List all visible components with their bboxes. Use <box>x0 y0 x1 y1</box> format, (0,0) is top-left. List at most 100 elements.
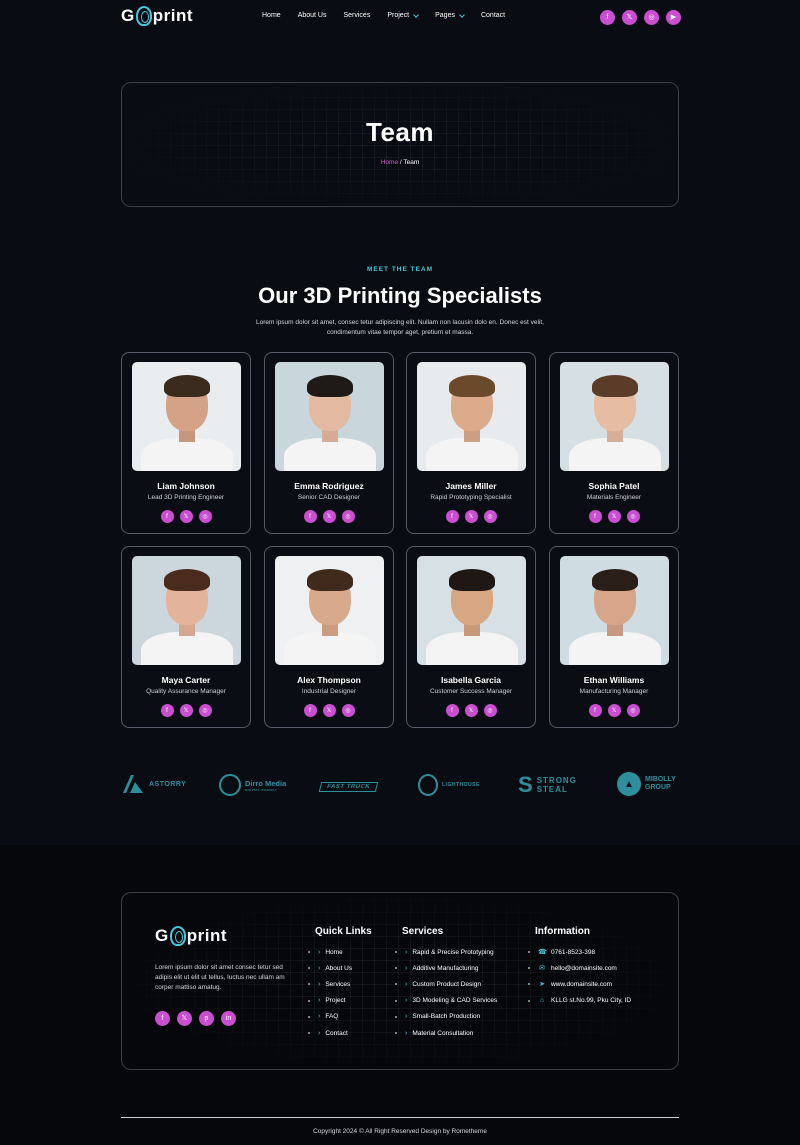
footer-quick-link[interactable]: › FAQ <box>308 1009 352 1025</box>
chevron-right-icon: › <box>405 948 408 956</box>
section-description: Lorem ipsum dolor sit amet, consec tetur… <box>256 319 544 336</box>
footer-quick-link[interactable]: › Project <box>308 993 352 1009</box>
team-member-social: f 𝕏 ◎ <box>550 704 678 717</box>
email-icon: ✉ <box>539 965 545 973</box>
facebook-icon[interactable]: f <box>155 1011 170 1026</box>
lighthouse-logo-icon <box>418 774 438 796</box>
x-icon[interactable]: 𝕏 <box>607 510 621 523</box>
footer-social-links: f 𝕏 p in <box>155 1011 236 1026</box>
site-header: Gprint Home About Us Services Project Pa… <box>0 0 800 36</box>
globe-icon: ➤ <box>539 981 545 989</box>
team-member-photo <box>275 362 384 471</box>
footer-divider <box>121 1117 679 1118</box>
team-member-social: f 𝕏 ◎ <box>407 704 535 717</box>
instagram-icon[interactable]: ◎ <box>198 510 212 523</box>
instagram-icon[interactable]: ◎ <box>198 704 212 717</box>
team-member-role: Customer Success Manager <box>429 688 512 695</box>
nav-home[interactable]: Home <box>262 12 281 19</box>
footer-quick-link[interactable]: › Home <box>308 944 352 960</box>
facebook-icon[interactable]: f <box>445 704 459 717</box>
footer-service-link[interactable]: › Custom Product Design <box>395 976 497 992</box>
x-icon[interactable]: 𝕏 <box>464 704 478 717</box>
linkedin-icon[interactable]: in <box>221 1011 236 1026</box>
brand-logo-fast-truck: FAST TRUCK <box>318 782 379 792</box>
team-card-alex-thompson: Alex Thompson Industrial Designer f 𝕏 ◎ <box>264 546 394 728</box>
chevron-right-icon: › <box>405 1013 408 1021</box>
team-member-photo <box>417 362 526 471</box>
team-member-name: Emma Rodriguez <box>294 481 364 491</box>
team-member-role: Rapid Prototyping Specialist <box>430 494 512 501</box>
facebook-icon[interactable]: f <box>303 704 317 717</box>
chevron-right-icon: › <box>318 964 321 972</box>
team-card-sophia-patel: Sophia Patel Materials Engineer f 𝕏 ◎ <box>549 352 679 534</box>
x-icon[interactable]: 𝕏 <box>179 510 193 523</box>
nav-contact[interactable]: Contact <box>481 12 505 19</box>
x-icon[interactable]: 𝕏 <box>322 510 336 523</box>
instagram-icon[interactable]: ◎ <box>483 704 497 717</box>
quick-links-list: › Home › About Us › Services › Project › FAQ › Cont… <box>308 944 352 1041</box>
location-icon: ⌂ <box>539 997 545 1005</box>
team-member-role: Quality Assurance Manager <box>146 688 226 695</box>
team-card-liam-johnson: Liam Johnson Lead 3D Printing Engineer f 𝕏 ◎ <box>121 352 251 534</box>
footer-service-link[interactable]: › Additive Manufacturing <box>395 960 497 976</box>
instagram-icon[interactable]: ◎ <box>626 510 640 523</box>
footer-service-link[interactable]: › 3D Modeling & CAD Services <box>395 993 497 1009</box>
nav-pages[interactable]: Pages <box>435 11 465 19</box>
instagram-icon[interactable]: ◎ <box>644 10 659 25</box>
team-card-isabella-garcia: Isabella Garcia Customer Success Manager f… <box>406 546 536 728</box>
brand-logo-strong-steal: S STRONG STEAL <box>518 772 577 797</box>
team-member-role: Lead 3D Printing Engineer <box>147 494 225 501</box>
brand-logo-mibolly-group: ▲ MIBOLLY GROUP <box>617 772 679 796</box>
phone-icon: ☎ <box>538 949 547 957</box>
footer-info-item: ➤ www.domainsite.com <box>528 976 631 992</box>
footer-quick-link[interactable]: › Services <box>308 976 352 992</box>
footer-logo[interactable]: Gprint <box>155 926 227 946</box>
youtube-icon[interactable]: ▶ <box>666 10 681 25</box>
facebook-icon[interactable]: f <box>588 510 602 523</box>
nav-project[interactable]: Project <box>387 11 419 19</box>
section-title: Our 3D Printing Specialists <box>258 283 542 308</box>
instagram-icon[interactable]: ◎ <box>626 704 640 717</box>
services-title: Services <box>402 926 444 937</box>
copyright-text: Copyright 2024 © All Right Reserved Desi… <box>313 1128 487 1135</box>
x-icon[interactable]: 𝕏 <box>177 1011 192 1026</box>
facebook-icon[interactable]: f <box>160 510 174 523</box>
breadcrumb-home-link[interactable]: Home <box>381 159 398 166</box>
footer-service-link[interactable]: › Material Consultation <box>395 1025 497 1041</box>
chevron-down-icon <box>413 11 419 18</box>
chevron-right-icon: › <box>318 1013 321 1021</box>
team-card-ethan-williams: Ethan Williams Manufacturing Manager f 𝕏 ◎ <box>549 546 679 728</box>
pinterest-icon[interactable]: p <box>199 1011 214 1026</box>
footer-service-link[interactable]: › Small-Batch Production <box>395 1009 497 1025</box>
x-icon[interactable]: 𝕏 <box>464 510 478 523</box>
x-icon[interactable]: 𝕏 <box>179 704 193 717</box>
facebook-icon[interactable]: f <box>445 510 459 523</box>
facebook-icon[interactable]: f <box>303 510 317 523</box>
footer-info-item: ⌂ KLLG st.No.99, Pku City, ID <box>528 993 631 1009</box>
x-icon[interactable]: 𝕏 <box>607 704 621 717</box>
page-hero: Team Home / Team <box>121 82 679 207</box>
facebook-icon[interactable]: f <box>160 704 174 717</box>
facebook-icon[interactable]: f <box>600 10 615 25</box>
x-icon[interactable]: 𝕏 <box>322 704 336 717</box>
team-member-name: Isabella Garcia <box>440 675 501 685</box>
instagram-icon[interactable]: ◎ <box>341 510 355 523</box>
footer-service-link[interactable]: › Rapid & Precise Prototyping <box>395 944 497 960</box>
instagram-icon[interactable]: ◎ <box>483 510 497 523</box>
team-member-role: Materials Engineer <box>586 494 642 501</box>
site-logo[interactable]: Gprint <box>121 6 193 26</box>
footer-quick-link[interactable]: › About Us <box>308 960 352 976</box>
facebook-icon[interactable]: f <box>588 704 602 717</box>
chevron-right-icon: › <box>405 980 408 988</box>
quick-links-title: Quick Links <box>315 926 372 937</box>
chevron-right-icon: › <box>405 997 408 1005</box>
team-member-role: Senior CAD Designer <box>297 494 361 501</box>
nav-services[interactable]: Services <box>343 12 370 19</box>
x-icon[interactable]: 𝕏 <box>622 10 637 25</box>
team-member-social: f 𝕏 ◎ <box>265 704 393 717</box>
team-member-name: James Miller <box>445 481 497 491</box>
nav-about-us[interactable]: About Us <box>298 12 327 19</box>
footer-quick-link[interactable]: › Contact <box>308 1025 352 1041</box>
team-member-name: Ethan Williams <box>583 675 645 685</box>
instagram-icon[interactable]: ◎ <box>341 704 355 717</box>
